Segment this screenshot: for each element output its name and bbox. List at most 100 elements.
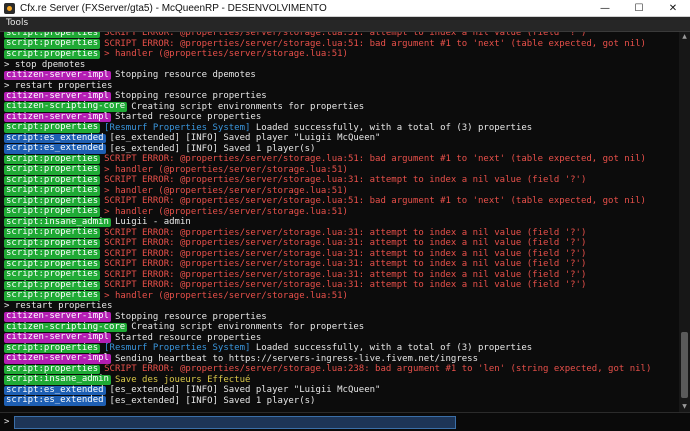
- log-message: SCRIPT ERROR: @properties/server/storage…: [104, 238, 587, 248]
- channel-badge: citizen-server-impl: [4, 311, 111, 322]
- log-message: Stopping resource properties: [114, 91, 267, 101]
- log-line: script:properties > handler (@properties/…: [4, 206, 678, 218]
- channel-badge: script:properties: [4, 258, 101, 269]
- log-line: citizen-scripting-core Creating script en…: [4, 101, 678, 113]
- log-message: > handler (@properties/server/storage.lu…: [104, 290, 348, 301]
- log-line: citizen-server-impl Sending heartbeat to …: [4, 353, 678, 365]
- log-line: script:properties SCRIPT ERROR: @properti…: [4, 38, 678, 50]
- channel-badge: script:es_extended: [4, 395, 106, 406]
- console-output: script:properties SCRIPT ERROR: @properti…: [0, 32, 679, 412]
- log-message: SCRIPT ERROR: @properties/server/storage…: [104, 227, 587, 238]
- log-line: script:properties SCRIPT ERROR: @properti…: [4, 364, 678, 375]
- channel-badge: script:properties: [4, 122, 101, 133]
- fxserver-window: Cfx.re Server (FXServer/gta5) - McQueenR…: [0, 0, 690, 431]
- log-line: citizen-server-impl Stopping resource pro…: [4, 91, 678, 102]
- log-message: [es_extended] [INFO] Saved 1 player(s): [109, 395, 316, 406]
- log-prefix: [Resmurf Properties System]: [104, 122, 251, 133]
- log-line: citizen-server-impl Stopping resource dpe…: [4, 70, 678, 81]
- log-message: Loaded successfully, with a total of (3)…: [255, 122, 533, 133]
- log-message: Started resource properties: [114, 332, 262, 343]
- fivem-icon: [4, 2, 15, 14]
- log-message: Stopping resource properties: [114, 311, 267, 322]
- channel-badge: script:es_extended: [4, 384, 106, 395]
- channel-badge: script:properties: [4, 279, 101, 290]
- log-line: script:properties SCRIPT ERROR: @properti…: [4, 238, 678, 249]
- channel-badge: citizen-server-impl: [4, 111, 111, 122]
- arrow-down-icon[interactable]: ▼: [679, 402, 690, 412]
- log-line: script:properties [Resmurf Properties Sys…: [4, 122, 678, 134]
- close-button[interactable]: ✕: [656, 0, 690, 16]
- channel-badge: script:properties: [4, 227, 101, 238]
- channel-badge: citizen-server-impl: [4, 69, 111, 80]
- window-controls: — ☐ ✕: [588, 0, 690, 16]
- channel-badge: script:properties: [4, 174, 101, 185]
- log-message: > restart properties: [4, 80, 113, 91]
- command-prompt: >: [4, 417, 10, 427]
- log-message: SCRIPT ERROR: @properties/server/storage…: [104, 259, 587, 269]
- menu-bar: Tools: [0, 17, 690, 32]
- log-line: > stop dpemotes: [4, 60, 678, 71]
- log-prefix: [Resmurf Properties System]: [104, 343, 251, 353]
- maximize-button[interactable]: ☐: [622, 0, 656, 16]
- log-message: Creating script environments for propert…: [131, 101, 365, 112]
- channel-badge: script:es_extended: [4, 143, 106, 154]
- log-message: > handler (@properties/server/storage.lu…: [104, 185, 348, 196]
- log-line: script:es_extended [es_extended] [INFO] S…: [4, 395, 678, 407]
- channel-badge: script:properties: [4, 164, 101, 175]
- log-message: [es_extended] [INFO] Saved 1 player(s): [109, 143, 316, 154]
- log-message: SCRIPT ERROR: @properties/server/storage…: [104, 280, 587, 290]
- title-bar[interactable]: Cfx.re Server (FXServer/gta5) - McQueenR…: [0, 0, 690, 17]
- log-message: SCRIPT ERROR: @properties/server/storage…: [104, 364, 652, 374]
- log-line: script:properties SCRIPT ERROR: @properti…: [4, 248, 678, 260]
- menu-tools[interactable]: Tools: [6, 18, 28, 28]
- log-line: citizen-server-impl Started resource prop…: [4, 112, 678, 123]
- log-message: SCRIPT ERROR: @properties/server/storage…: [104, 154, 646, 164]
- log-list: script:properties SCRIPT ERROR: @properti…: [4, 32, 678, 406]
- channel-badge: script:insane_admin: [4, 216, 111, 227]
- log-line: script:properties > handler (@properties/…: [4, 49, 678, 60]
- channel-badge: script:properties: [4, 185, 101, 196]
- log-message: Stopping resource dpemotes: [114, 70, 256, 80]
- log-message: Luigii - admin: [114, 217, 191, 227]
- log-line: script:properties > handler (@properties/…: [4, 164, 678, 176]
- log-line: citizen-scripting-core Creating script en…: [4, 322, 678, 333]
- log-message: SCRIPT ERROR: @properties/server/storage…: [104, 38, 646, 49]
- log-message: > stop dpemotes: [4, 59, 86, 70]
- log-line: script:properties [Resmurf Properties Sys…: [4, 343, 678, 354]
- command-input[interactable]: [14, 416, 456, 429]
- scrollbar-thumb[interactable]: [681, 332, 688, 398]
- channel-badge: script:insane_admin: [4, 374, 111, 385]
- log-line: citizen-server-impl Stopping resource pro…: [4, 311, 678, 323]
- log-line: script:properties SCRIPT ERROR: @properti…: [4, 175, 678, 186]
- channel-badge: script:properties: [4, 363, 101, 374]
- minimize-button[interactable]: —: [588, 0, 622, 16]
- channel-badge: citizen-server-impl: [4, 353, 111, 364]
- log-message: Started resource properties: [114, 112, 262, 122]
- log-line: script:properties > handler (@properties/…: [4, 290, 678, 302]
- log-message: Loaded successfully, with a total of (3)…: [255, 343, 533, 353]
- log-message: > handler (@properties/server/storage.lu…: [104, 206, 348, 217]
- log-message: SCRIPT ERROR: @properties/server/storage…: [104, 196, 646, 206]
- log-message: > handler (@properties/server/storage.lu…: [104, 164, 348, 175]
- channel-badge: script:properties: [4, 237, 101, 248]
- log-line: script:es_extended [es_extended] [INFO] S…: [4, 133, 678, 144]
- log-line: > restart properties: [4, 81, 678, 92]
- arrow-up-icon[interactable]: ▲: [679, 32, 690, 42]
- log-message: SCRIPT ERROR: @properties/server/storage…: [104, 248, 587, 259]
- command-bar: >: [0, 412, 690, 431]
- log-line: script:properties SCRIPT ERROR: @properti…: [4, 196, 678, 207]
- log-line: script:es_extended [es_extended] [INFO] S…: [4, 385, 678, 396]
- console-scrollbar[interactable]: ▲ ▼: [679, 32, 690, 412]
- log-message: > restart properties: [4, 301, 113, 311]
- channel-badge: script:es_extended: [4, 132, 106, 143]
- channel-badge: citizen-scripting-core: [4, 101, 128, 112]
- channel-badge: citizen-server-impl: [4, 332, 111, 343]
- channel-badge: script:properties: [4, 342, 101, 353]
- log-message: SCRIPT ERROR: @properties/server/storage…: [104, 269, 587, 280]
- log-line: script:properties SCRIPT ERROR: @properti…: [4, 269, 678, 281]
- log-line: > restart properties: [4, 301, 678, 312]
- channel-badge: script:properties: [4, 153, 101, 164]
- log-message: [es_extended] [INFO] Saved player "Luigi…: [109, 385, 381, 395]
- channel-badge: script:properties: [4, 248, 101, 259]
- log-message: [es_extended] [INFO] Saved player "Luigi…: [109, 133, 381, 143]
